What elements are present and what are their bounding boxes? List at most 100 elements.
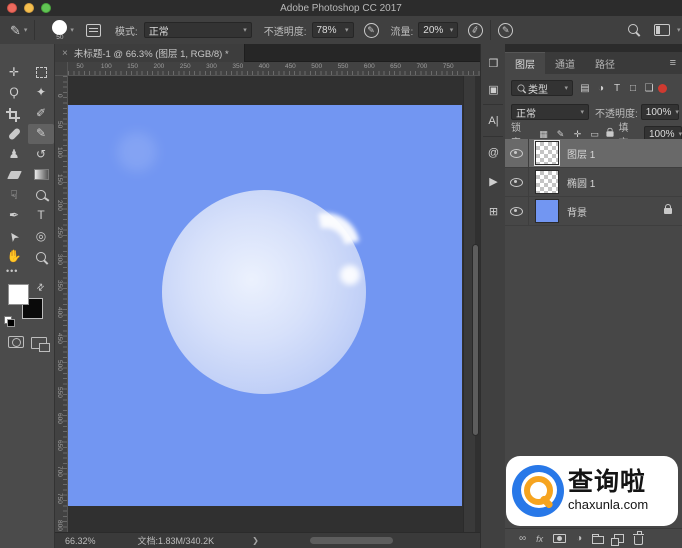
- layer-visibility-toggle[interactable]: [505, 168, 529, 197]
- lasso-tool[interactable]: Ϙ: [1, 83, 27, 103]
- gradient-tool[interactable]: [28, 165, 54, 185]
- link-layers-icon[interactable]: ∞: [519, 532, 526, 545]
- layer-filter-toggle[interactable]: [658, 84, 667, 93]
- paragraph-panel-icon[interactable]: @: [481, 142, 506, 164]
- blend-mode-select[interactable]: 正常▾: [144, 22, 252, 38]
- document-tab[interactable]: × 未标题-1 @ 66.3% (图层 1, RGB/8) *: [55, 44, 245, 62]
- shape-tool[interactable]: ◎: [28, 226, 54, 246]
- filter-shape-layers-icon[interactable]: □: [627, 82, 639, 95]
- brush-preset-picker[interactable]: 50: [52, 20, 67, 41]
- new-group-icon[interactable]: [592, 536, 604, 544]
- crop-panel-icon[interactable]: ⊞: [481, 200, 506, 222]
- eyedropper-tool[interactable]: ✐: [28, 103, 54, 123]
- dodge-tool[interactable]: [28, 185, 54, 205]
- adobe-stock-panel-icon[interactable]: ▣: [481, 78, 506, 100]
- opacity-select[interactable]: 78%▾: [312, 22, 354, 38]
- layer-thumbnail[interactable]: [535, 199, 559, 223]
- brush-tool-icon: ✎: [36, 127, 46, 140]
- tool-preset-chevron-icon[interactable]: ▾: [24, 26, 28, 34]
- status-menu-chevron-icon[interactable]: ❯: [252, 536, 259, 545]
- pressure-opacity-icon[interactable]: ✎: [364, 23, 379, 38]
- clone-stamp-tool[interactable]: ♟: [1, 144, 27, 164]
- airbrush-icon[interactable]: ✐: [467, 21, 485, 39]
- pen-tool[interactable]: ✒: [1, 206, 27, 226]
- vertical-scrollbar[interactable]: [463, 76, 475, 532]
- marquee-tool[interactable]: [28, 62, 54, 82]
- current-tool-icon[interactable]: ✎: [10, 24, 21, 37]
- layer-row[interactable]: 椭圆 1: [505, 168, 682, 197]
- eraser-tool[interactable]: [1, 165, 27, 185]
- delete-layer-icon[interactable]: [634, 536, 643, 545]
- filter-type-layers-icon[interactable]: T: [611, 82, 623, 95]
- adjustment-layer-icon[interactable]: ◑: [576, 532, 582, 545]
- layer-thumbnail[interactable]: [535, 170, 559, 194]
- hand-tool[interactable]: ✋: [1, 247, 27, 267]
- layer-style-icon[interactable]: fx: [536, 534, 543, 544]
- move-tool[interactable]: ✛: [1, 62, 27, 82]
- type-tool[interactable]: T: [28, 206, 54, 226]
- titlebar: Adobe Photoshop CC 2017: [0, 0, 682, 17]
- hruler-label: 650: [386, 63, 406, 70]
- default-colors-icon[interactable]: [4, 316, 15, 327]
- screen-mode-button[interactable]: [31, 337, 47, 349]
- panel-tab-通道[interactable]: 通道: [545, 52, 585, 74]
- libraries-panel-icon[interactable]: ❒: [481, 52, 506, 74]
- hruler-label: 100: [96, 63, 116, 70]
- layer-row[interactable]: 背景: [505, 197, 682, 226]
- filter-adjustment-layers-icon[interactable]: ◑: [595, 82, 607, 95]
- new-layer-icon[interactable]: [614, 534, 624, 543]
- layer-name[interactable]: 图层 1: [567, 146, 595, 161]
- opacity-label: 不透明度:: [264, 23, 307, 38]
- magic-wand-tool[interactable]: ✦: [28, 83, 54, 103]
- layer-name[interactable]: 背景: [567, 204, 587, 219]
- flow-select[interactable]: 20%▾: [418, 22, 458, 38]
- zoom-level-field[interactable]: 66.32%: [65, 536, 96, 546]
- layer-visibility-toggle[interactable]: [505, 197, 529, 226]
- foreground-color-swatch[interactable]: [8, 284, 29, 305]
- swap-colors-icon[interactable]: ⇄: [34, 281, 47, 294]
- vruler-label: 500: [56, 360, 63, 371]
- hand-tool-icon: ✋: [7, 250, 22, 263]
- watermark-title: 查询啦: [568, 470, 648, 496]
- history-brush-tool[interactable]: ↺: [28, 144, 54, 164]
- layer-opacity-select[interactable]: 100%▾: [641, 104, 679, 120]
- zoom-tool[interactable]: [28, 247, 54, 267]
- brush-panel-toggle-button[interactable]: [86, 24, 101, 37]
- magic-wand-tool-icon: ✦: [36, 86, 46, 99]
- healing-brush-tool-icon: [7, 127, 20, 140]
- smudge-tool[interactable]: ☟: [1, 185, 27, 205]
- panel-tab-路径[interactable]: 路径: [585, 52, 625, 74]
- add-layer-mask-icon[interactable]: [553, 534, 566, 543]
- edit-toolbar-icon[interactable]: •••: [6, 266, 18, 276]
- healing-brush-tool[interactable]: [1, 124, 27, 144]
- panel-tab-图层[interactable]: 图层: [505, 52, 545, 74]
- horizontal-scrollbar-thumb[interactable]: [310, 537, 393, 544]
- layer-thumbnail[interactable]: [535, 141, 559, 165]
- actions-panel-icon[interactable]: ▶: [481, 170, 506, 192]
- glyphs-panel-icon[interactable]: A|: [481, 110, 506, 132]
- crop-tool[interactable]: [1, 103, 27, 123]
- workspace-chevron-icon[interactable]: ▾: [677, 26, 681, 34]
- layer-blend-mode-select[interactable]: 正常▾: [511, 104, 589, 120]
- vruler-label: 200: [56, 200, 63, 211]
- layer-visibility-toggle[interactable]: [505, 139, 529, 168]
- lock-all-icon[interactable]: [606, 131, 613, 136]
- search-icon[interactable]: [628, 24, 638, 34]
- layer-filter-type-select[interactable]: 类型▾: [511, 80, 573, 96]
- canvas-document[interactable]: [68, 105, 462, 506]
- filter-pixel-layers-icon[interactable]: ▤: [579, 82, 591, 95]
- brush-tool[interactable]: ✎: [28, 124, 54, 144]
- vertical-scrollbar-thumb[interactable]: [472, 244, 479, 436]
- workspace-switcher-icon[interactable]: [654, 24, 670, 36]
- vruler-label: 800: [56, 520, 63, 531]
- close-tab-icon[interactable]: ×: [62, 48, 68, 59]
- smoothing-icon[interactable]: ✎: [498, 23, 513, 38]
- layer-row[interactable]: 图层 1: [505, 139, 682, 168]
- panel-menu-icon[interactable]: ≡: [670, 57, 676, 69]
- hruler-label: 550: [333, 63, 353, 70]
- quick-mask-button[interactable]: [8, 336, 24, 348]
- brush-picker-chevron-icon[interactable]: ▾: [70, 26, 74, 34]
- layer-name[interactable]: 椭圆 1: [567, 175, 595, 190]
- filter-smart-objects-icon[interactable]: ❏: [643, 82, 655, 95]
- path-select-tool[interactable]: ➤: [1, 226, 27, 246]
